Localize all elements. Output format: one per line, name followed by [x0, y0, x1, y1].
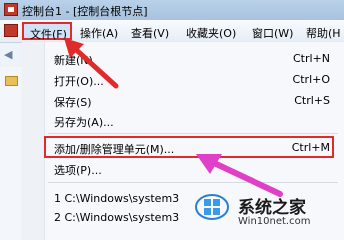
- folder-icon: [5, 76, 18, 86]
- menu-separator: [48, 133, 338, 134]
- menu-window[interactable]: 窗口(W): [252, 25, 293, 41]
- system-menu-icon[interactable]: [4, 24, 18, 37]
- menu-view[interactable]: 查看(V): [131, 25, 169, 41]
- watermark-logo-icon: [195, 194, 229, 220]
- watermark-url: Win10net.com: [238, 216, 311, 227]
- shortcut-open: Ctrl+O: [292, 73, 330, 86]
- mmc-app-icon: [4, 3, 18, 16]
- menu-item-recent-2[interactable]: 2 C:\Windows\system3: [54, 211, 179, 224]
- menu-favorites[interactable]: 收藏夹(O): [186, 25, 236, 41]
- menu-item-options[interactable]: 选项(P)...: [54, 162, 102, 178]
- annotation-highlight-box: [44, 136, 334, 158]
- window-title: 控制台1 - [控制台根节点]: [22, 5, 148, 18]
- shortcut-save: Ctrl+S: [294, 94, 330, 107]
- console-tree-pane: [0, 67, 23, 240]
- menu-help[interactable]: 帮助(H: [306, 25, 341, 41]
- red-arrow-annotation: [64, 38, 119, 89]
- shortcut-new: Ctrl+N: [292, 52, 330, 65]
- watermark-title: 系统之家: [238, 198, 306, 218]
- menu-item-save[interactable]: 保存(S): [54, 94, 92, 110]
- menu-item-recent-1[interactable]: 1 C:\Windows\system3: [54, 192, 179, 205]
- title-bar: 控制台1 - [控制台根节点]: [0, 0, 344, 20]
- back-arrow-icon[interactable]: ◀: [4, 48, 18, 61]
- menu-icon-gutter: [22, 42, 45, 240]
- menu-item-save-as[interactable]: 另存为(A)...: [54, 114, 114, 130]
